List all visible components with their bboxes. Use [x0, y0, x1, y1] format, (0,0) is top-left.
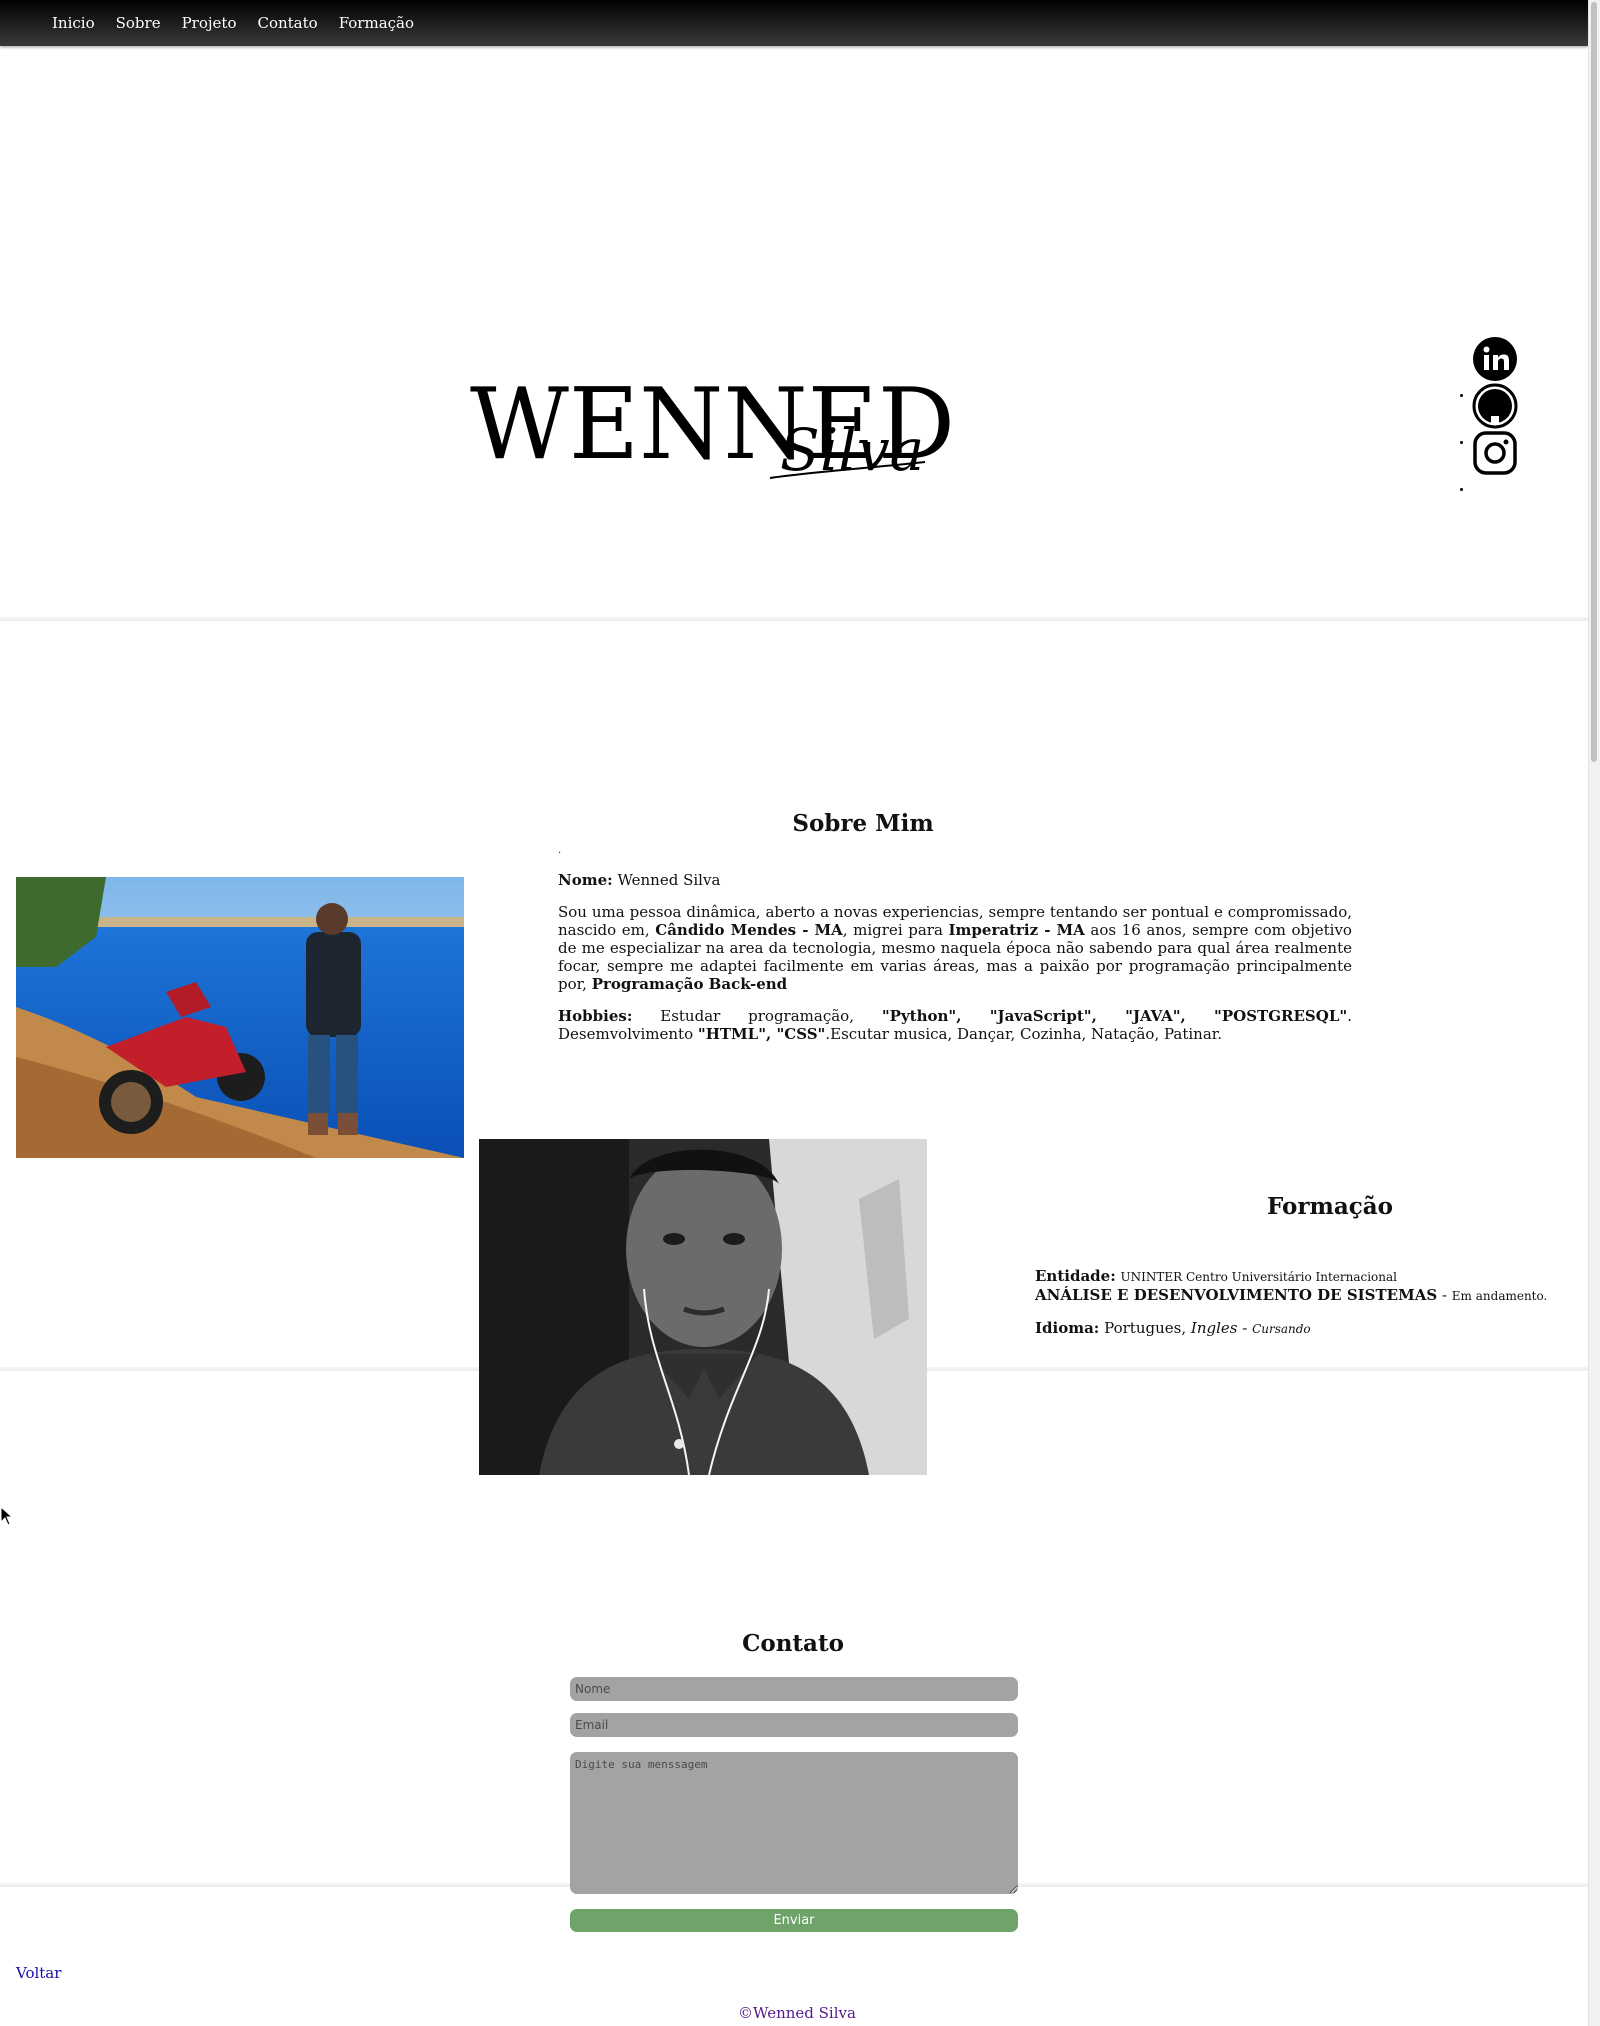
nav-link-contato[interactable]: Contato — [257, 14, 317, 32]
contact-email-input[interactable] — [570, 1713, 1018, 1737]
contact-title: Contato — [742, 1630, 844, 1657]
instagram-icon — [1473, 431, 1517, 475]
formacao-title: Formação — [1266, 1193, 1394, 1220]
nav-link-formacao[interactable]: Formação — [339, 14, 414, 32]
mouse-cursor-icon — [0, 1506, 12, 1526]
about-name: Nome: Wenned Silva — [558, 871, 1352, 889]
social-links — [1448, 337, 1518, 502]
nav-item-projeto: Projeto — [182, 13, 237, 32]
contact-message-textarea[interactable] — [570, 1752, 1018, 1894]
logo-wordmark: WENNED Silva — [470, 368, 955, 484]
linkedin-link[interactable] — [1472, 336, 1518, 382]
formacao-language-label: Idioma: — [1035, 1319, 1100, 1337]
about-dot: . — [558, 845, 562, 856]
social-item-instagram — [1472, 431, 1518, 493]
about-bio-city1: Cândido Mendes - MA — [655, 921, 843, 939]
formacao-language-1: Portugues, — [1104, 1319, 1187, 1337]
about-hobbies-part1: Estudar programação, — [660, 1007, 854, 1025]
formacao-entity-value: UNINTER Centro Universitário Internacion… — [1120, 1270, 1398, 1284]
about-bio-city2: Imperatriz - MA — [948, 921, 1085, 939]
social-list — [1448, 337, 1518, 493]
github-link[interactable] — [1472, 383, 1518, 429]
formacao-course-sep: - — [1437, 1286, 1452, 1304]
about-bio-part2: , migrei para — [842, 921, 943, 939]
about-hobbies-part3: .Escutar musica, Dançar, Cozinha, Nataçã… — [825, 1025, 1223, 1043]
photo-motorcycle-image — [16, 877, 464, 1158]
about-title: Sobre Mim — [792, 810, 934, 837]
nav-item-contato: Contato — [257, 13, 317, 32]
about-name-value: Wenned Silva — [617, 871, 721, 889]
about-hobbies-web: "HTML", "CSS" — [697, 1025, 826, 1043]
about-hobbies: Hobbies: Estudar programação, "Python", … — [558, 1007, 1352, 1043]
about-hobbies-label: Hobbies: — [558, 1007, 633, 1025]
nav-link-sobre[interactable]: Sobre — [116, 14, 161, 32]
formacao-language-sep: - — [1237, 1319, 1253, 1337]
nav-item-sobre: Sobre — [116, 13, 161, 32]
about-hobbies-langs: "Python", "JavaScript", "JAVA", "POSTGRE… — [881, 1007, 1348, 1025]
top-navbar: Inicio Sobre Projeto Contato Formação — [0, 0, 1588, 46]
nav-menu: Inicio Sobre Projeto Contato Formação — [52, 13, 414, 32]
about-name-label: Nome: — [558, 871, 613, 889]
formacao-language-status: Cursando — [1252, 1322, 1311, 1336]
formacao-language-2: Ingles — [1190, 1319, 1238, 1337]
github-icon — [1472, 383, 1518, 429]
formacao-entity: Entidade: UNINTER Centro Universitário I… — [1035, 1267, 1575, 1286]
formacao-course-status: Em andamento. — [1451, 1289, 1548, 1303]
formacao-entity-label: Entidade: — [1035, 1267, 1116, 1285]
formacao-course-name: ANÁLISE E DESENVOLVIMENTO DE SISTEMAS — [1035, 1286, 1438, 1304]
photo-selfie — [479, 1139, 927, 1475]
about-text: Nome: Wenned Silva Sou uma pessoa dinâmi… — [558, 871, 1352, 1057]
logo: WENNED Silva — [470, 360, 970, 490]
nav-link-inicio[interactable]: Inicio — [52, 14, 95, 32]
instagram-link[interactable] — [1472, 430, 1518, 476]
section-divider — [0, 617, 1588, 621]
page-scrollbar-thumb[interactable] — [1591, 2, 1597, 762]
nav-link-projeto[interactable]: Projeto — [182, 14, 237, 32]
linkedin-icon — [1473, 337, 1517, 381]
formacao-text: Entidade: UNINTER Centro Universitário I… — [1035, 1267, 1575, 1350]
back-link[interactable]: Voltar — [16, 1964, 61, 1982]
send-button[interactable]: Enviar — [570, 1909, 1018, 1932]
photo-motorcycle-river — [16, 877, 464, 1158]
photo-selfie-image — [479, 1139, 927, 1475]
about-bio: Sou uma pessoa dinâmica, aberto a novas … — [558, 903, 1352, 993]
about-bio-focus: Programação Back-end — [591, 975, 788, 993]
formacao-language: Idioma: Portugues, Ingles - Cursando — [1035, 1319, 1575, 1338]
nav-item-inicio: Inicio — [52, 13, 95, 32]
footer-copyright: ©Wenned Silva — [738, 2004, 856, 2022]
formacao-course: ANÁLISE E DESENVOLVIMENTO DE SISTEMAS - … — [1035, 1286, 1575, 1305]
contact-name-input[interactable] — [570, 1677, 1018, 1701]
nav-item-formacao: Formação — [339, 13, 414, 32]
